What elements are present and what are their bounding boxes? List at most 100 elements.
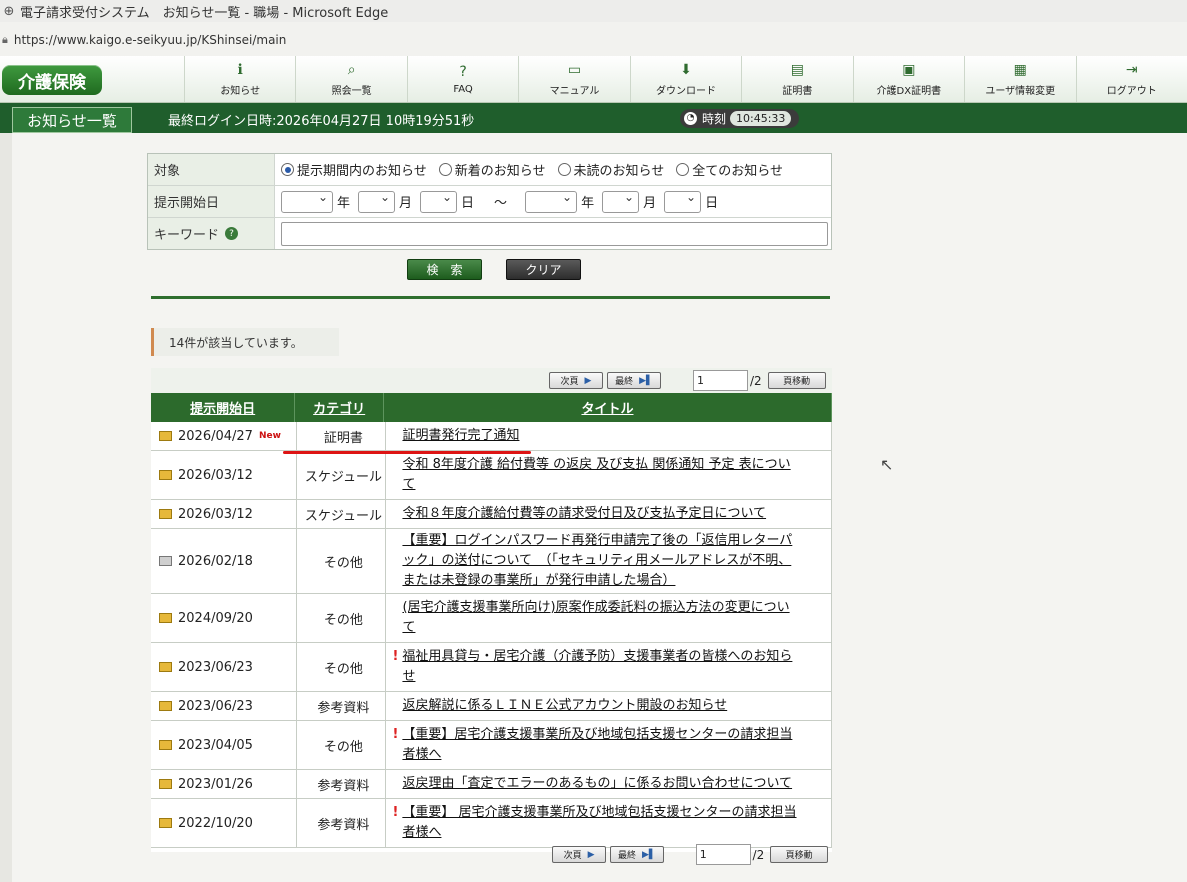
new-badge: New bbox=[258, 431, 281, 441]
last-page-button[interactable]: 最終 ▶▌ bbox=[607, 372, 661, 389]
match-count: 14件が該当しています。 bbox=[151, 328, 339, 356]
to-month-select[interactable] bbox=[602, 190, 640, 213]
table-body: 2026/04/27 New 証明書 証明書発行完了通知 2026/03/12 スケジュー… bbox=[151, 422, 832, 848]
notice-title-link[interactable]: 令和 8年度介護 給付費等 の返戻 及び支払 関係通知 予定 表について bbox=[402, 457, 790, 492]
important-icon: ! bbox=[392, 805, 399, 820]
radio-button[interactable] bbox=[676, 163, 690, 176]
download-icon: ⬇ bbox=[680, 61, 692, 78]
important-icon: ! bbox=[392, 649, 399, 664]
mail-icon bbox=[159, 701, 172, 711]
column-header-date[interactable]: 提示開始日 bbox=[151, 393, 296, 422]
from-month-select[interactable] bbox=[358, 190, 396, 213]
last-page-button[interactable]: 最終 ▶▌ bbox=[610, 846, 664, 863]
nav-item-label: 証明書 bbox=[782, 85, 813, 97]
table-row: 2024/09/20 その他 (居宅介護支援事業所向け)原案作成委託料の振込方法の変… bbox=[151, 594, 832, 643]
nav-item-4[interactable]: ⬇ ダウンロード bbox=[629, 56, 741, 102]
nav-item-1[interactable]: ⌕ 照会一覧 bbox=[295, 56, 406, 102]
category-cell: その他 bbox=[297, 529, 387, 593]
clear-button[interactable]: クリア bbox=[506, 259, 581, 280]
target-radio-0[interactable]: 提示期間内のお知らせ bbox=[281, 160, 427, 179]
pager-top: 次頁 ▶ 最終 ▶▌ 1 /2 頁移動 bbox=[151, 368, 832, 393]
date-text: 2023/06/23 bbox=[178, 698, 253, 714]
help-icon[interactable]: ? bbox=[225, 227, 239, 240]
page-number-input[interactable]: 1 bbox=[693, 370, 748, 391]
mail-icon bbox=[159, 431, 172, 441]
last-login-text: 最終ログイン日時:2026年04月27日 10時19分51秒 bbox=[168, 114, 475, 129]
go-page-button[interactable]: 頁移動 bbox=[767, 372, 826, 389]
radio-button[interactable] bbox=[557, 163, 571, 176]
mail-icon bbox=[159, 613, 172, 623]
nav-item-3[interactable]: ▭ マニュアル bbox=[518, 56, 629, 102]
from-year-select[interactable] bbox=[281, 190, 333, 213]
next-page-button[interactable]: 次頁 ▶ bbox=[552, 846, 606, 863]
target-radio-3[interactable]: 全てのお知らせ bbox=[676, 160, 783, 179]
to-day-select[interactable] bbox=[664, 190, 702, 213]
date-text: 2026/03/12 bbox=[178, 506, 253, 522]
nav-item-7[interactable]: ▦ ユーザ情報変更 bbox=[964, 56, 1075, 102]
search-button[interactable]: 検 索 bbox=[407, 259, 482, 280]
notice-title-link[interactable]: 【重要】 居宅介護支援事業所及び地域包括支援センターの請求担当者様へ bbox=[402, 805, 796, 840]
nav-item-6[interactable]: ▣ 介護DX証明書 bbox=[852, 56, 964, 102]
category-cell: 参考資料 bbox=[297, 799, 387, 847]
mail-icon bbox=[159, 662, 172, 672]
url-text[interactable]: https://www.kaigo.e-seikyuu.jp/KShinsei/… bbox=[14, 33, 287, 47]
category-cell: 参考資料 bbox=[297, 770, 387, 798]
date-cell: 2026/03/12 bbox=[151, 451, 298, 499]
radio-button[interactable] bbox=[281, 163, 294, 176]
nav-item-label: 介護DX証明書 bbox=[876, 85, 942, 97]
keyword-input[interactable] bbox=[281, 221, 828, 246]
date-text: 2024/09/20 bbox=[178, 610, 253, 626]
page-number-input[interactable]: 1 bbox=[695, 844, 751, 865]
notice-title-link[interactable]: 返戻理由「査定でエラーのあるもの」に係るお問い合わせについて bbox=[402, 776, 792, 791]
red-underline-annotation bbox=[283, 451, 531, 454]
nav-item-2[interactable]: ? FAQ bbox=[406, 56, 518, 102]
info-icon: ℹ bbox=[237, 61, 243, 78]
day-unit: 日 bbox=[705, 196, 719, 211]
important-icon: ! bbox=[392, 727, 399, 742]
notice-title-link[interactable]: 令和８年度介護給付費等の請求受付日及び支払予定日について bbox=[402, 506, 766, 521]
window-title: 電子請求受付システム お知らせ一覧 - 職場 - Microsoft Edge bbox=[20, 5, 389, 21]
nav-item-8[interactable]: ⇥ ログアウト bbox=[1075, 56, 1187, 102]
date-cell: 2022/10/20 bbox=[151, 799, 298, 847]
column-header-category[interactable]: カテゴリ bbox=[295, 393, 384, 422]
table-row: 2026/04/27 New 証明書 証明書発行完了通知 bbox=[151, 422, 832, 451]
notice-title-link[interactable]: 福祉用具貸与・居宅介護（介護予防）支援事業者の皆様へのお知らせ bbox=[402, 649, 792, 684]
dx-certificate-icon: ▣ bbox=[902, 61, 916, 78]
to-year-select[interactable] bbox=[525, 190, 578, 213]
radio-button[interactable] bbox=[438, 163, 452, 176]
month-unit: 月 bbox=[643, 196, 657, 211]
date-cell: 2026/02/18 bbox=[151, 529, 298, 593]
nav-item-0[interactable]: ℹ お知らせ bbox=[184, 56, 295, 102]
notice-title-link[interactable]: 返戻解説に係るＬＩＮＥ公式アカウント開設のお知らせ bbox=[402, 698, 727, 713]
clock: ◔ 時刻 10:45:33 bbox=[680, 108, 800, 128]
nav-item-label: ログアウト bbox=[1106, 85, 1157, 97]
month-unit: 月 bbox=[399, 196, 413, 211]
date-cell: 2023/06/23 bbox=[151, 692, 298, 720]
next-page-button[interactable]: 次頁 ▶ bbox=[549, 372, 603, 389]
radio-label: 全てのお知らせ bbox=[692, 164, 783, 179]
nav-item-label: 照会一覧 bbox=[331, 85, 372, 97]
from-day-select[interactable] bbox=[420, 190, 458, 213]
user-card-icon: ▦ bbox=[1013, 61, 1027, 78]
notice-title-link[interactable]: 【重要】居宅介護支援事業所及び地域包括支援センターの請求担当者様へ bbox=[402, 727, 792, 762]
table-row: 2022/10/20 参考資料! 【重要】 居宅介護支援事業所及び地域包括支援センタ… bbox=[151, 799, 832, 848]
notice-title-link[interactable]: 【重要】ログインパスワード再発行申請完了後の「返信用レターパック」の送付について… bbox=[402, 533, 792, 588]
browser-title-bar: ⊕ 電子請求受付システム お知らせ一覧 - 職場 - Microsoft Edg… bbox=[0, 0, 1187, 22]
target-radio-2[interactable]: 未読のお知らせ bbox=[557, 160, 665, 179]
table-row: 2023/06/23 その他! 福祉用具貸与・居宅介護（介護予防）支援事業者の皆様へ… bbox=[151, 643, 832, 692]
notice-title-link[interactable]: 証明書発行完了通知 bbox=[402, 428, 519, 443]
date-cell: 2026/04/27 New bbox=[151, 422, 298, 450]
section-divider bbox=[151, 296, 830, 299]
target-radio-1[interactable]: 新着のお知らせ bbox=[438, 160, 546, 179]
address-bar[interactable]: 🔒︎ https://www.kaigo.e-seikyuu.jp/KShins… bbox=[0, 28, 1187, 52]
category-cell: その他 bbox=[297, 721, 387, 769]
nav-item-label: お知らせ bbox=[220, 85, 261, 97]
nav-item-5[interactable]: ▤ 証明書 bbox=[741, 56, 852, 102]
date-cell: 2024/09/20 bbox=[151, 594, 298, 642]
app-logo[interactable]: 介護保険 bbox=[2, 65, 102, 95]
category-cell: スケジュール bbox=[297, 500, 387, 528]
notice-title-link[interactable]: (居宅介護支援事業所向け)原案作成委託料の振込方法の変更について bbox=[402, 600, 789, 635]
go-page-button[interactable]: 頁移動 bbox=[770, 846, 828, 863]
column-header-title[interactable]: タイトル bbox=[384, 393, 832, 422]
radio-label: 未読のお知らせ bbox=[573, 164, 665, 179]
